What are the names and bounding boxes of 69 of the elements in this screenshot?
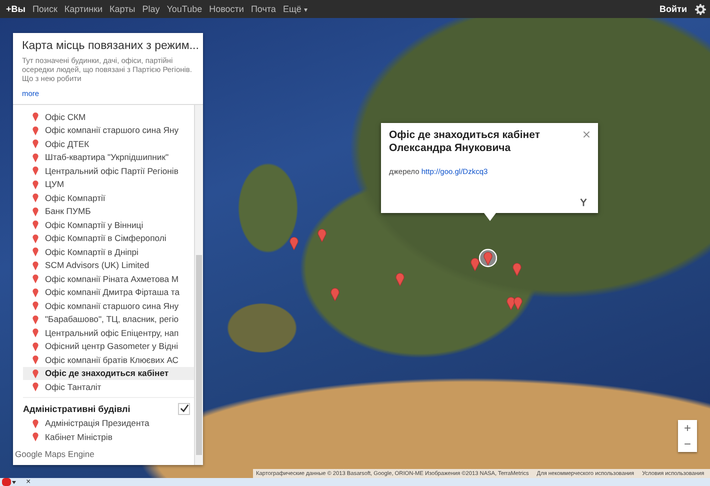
pin-icon [32,354,39,366]
scrollbar[interactable] [194,105,203,465]
zoom-out-button[interactable]: − [678,436,697,452]
place-item[interactable]: Офіс Компартії [23,191,194,204]
popup-title: Офіс де знаходиться кабінет Олександра Януковича [389,129,541,155]
place-item[interactable]: Штаб-квартира "Укрпідшипник" [23,150,194,164]
pin-icon [32,232,39,244]
close-button[interactable]: × [26,478,31,486]
map-pin-icon[interactable] [470,257,480,271]
place-item[interactable]: Офіс де знаходиться кабінет [23,366,194,380]
nav-link[interactable]: Поиск [32,4,58,14]
place-item[interactable]: Офіс компанії Дмитра Фірташа та [23,286,194,299]
place-item[interactable]: Кабінет Міністрів [23,430,194,444]
pin-icon [32,273,39,284]
place-item[interactable]: SCM Advisors (UK) Limited [23,258,194,272]
nav-link[interactable]: Карты [110,4,136,14]
place-item[interactable]: Офіс Компартії у Вінниці [23,218,194,232]
pin-icon [32,246,39,258]
place-item[interactable]: Офіс СКМ [23,110,194,124]
app-icon[interactable] [2,478,16,486]
pin-icon [32,192,39,204]
pin-icon [32,152,39,163]
close-icon[interactable] [583,131,590,138]
pin-icon [32,178,39,190]
place-item[interactable]: Офіс компанії старшого сина Яну [23,124,194,137]
nav-link[interactable]: Почта [250,4,276,14]
place-item[interactable]: Офіс Компартії в Дніпрі [23,245,194,258]
pin-icon [32,124,39,136]
place-item[interactable]: Офіс Компартії в Сімферополі [23,232,194,245]
pin-icon [32,300,39,312]
place-item[interactable]: Офіс Танталіт [23,380,194,394]
pin-icon [32,418,39,429]
pin-icon [32,165,39,176]
pin-icon [32,314,39,325]
place-item[interactable]: Адміністрація Президента [23,416,194,430]
place-item[interactable]: Центральний офіс Партії Регіонів [23,164,194,178]
nav-link[interactable]: YouTube [166,4,202,14]
layer-checkbox[interactable] [178,402,190,414]
place-item[interactable]: Офіс компанії Ріната Ахметова М [23,272,194,286]
pin-icon [32,431,39,442]
place-item[interactable]: ЦУМ [23,178,194,191]
place-item[interactable]: Офісний центр Gasometer у Відні [23,340,194,353]
settings-icon[interactable] [695,4,706,14]
pin-icon [32,206,39,217]
pin-icon [32,260,39,271]
place-item[interactable]: Центральний офіс Епіцентру, нап [23,326,194,340]
place-item[interactable]: Банк ПУМБ [23,204,194,218]
nav-link[interactable]: +Вы [6,4,26,14]
pin-icon [32,111,39,122]
pin-icon [32,368,39,379]
selected-pin-icon[interactable] [479,247,497,269]
nav-link[interactable]: Новости [209,4,244,14]
pin-icon [32,340,39,352]
directions-icon[interactable] [579,198,588,207]
pin-icon [32,286,39,298]
nav-link[interactable]: Play [142,4,160,14]
zoom-in-button[interactable]: + [678,420,697,436]
maps-engine-logo: Google Maps Engine [15,448,94,458]
layer-title: Адміністративні будівлі [23,404,130,414]
place-item[interactable]: Офіс компанії старшого сина Яну [23,299,194,312]
pin-icon [32,138,39,150]
pin-icon [32,327,39,338]
place-item[interactable]: "Барабашово", ТЦ, власник, регіо [23,312,194,326]
sign-in-link[interactable]: Войти [660,4,687,14]
nav-link[interactable]: Картинки [64,4,103,14]
place-item[interactable]: Офіс компанії братів Клюєвих АС [23,353,194,366]
pin-icon [32,219,39,230]
pin-icon [32,381,39,392]
place-item[interactable]: Офіс ДТЕК [23,137,194,150]
